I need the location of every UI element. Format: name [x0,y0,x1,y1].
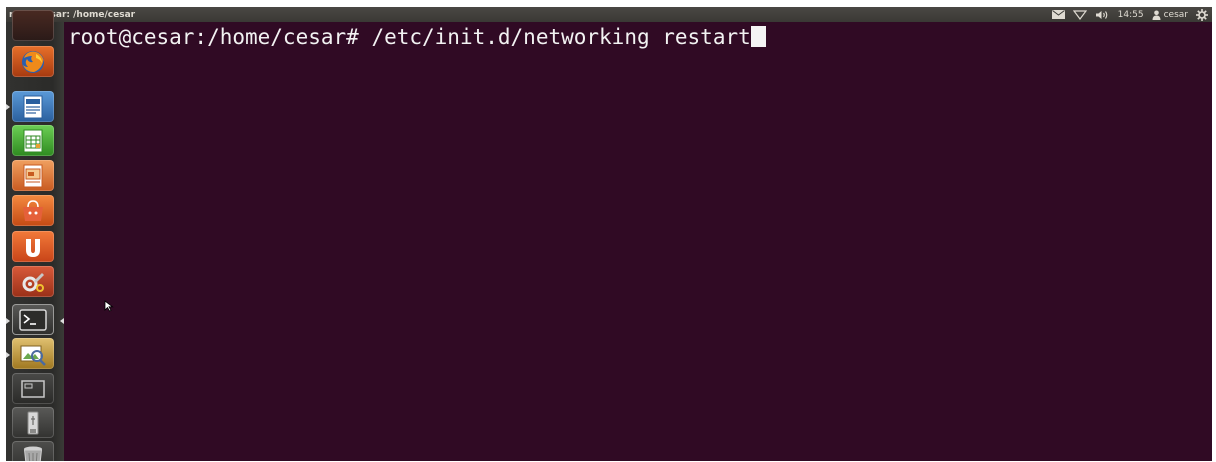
mail-icon[interactable] [1051,9,1065,21]
command-text: /etc/init.d/networking restart [371,25,751,49]
running-indicator [6,318,10,324]
usb-icon[interactable] [12,407,54,438]
terminal-icon[interactable] [12,304,54,335]
text-cursor [750,26,766,47]
indicator-area: 14:55 cesar [1051,8,1212,21]
image-viewer-icon[interactable] [12,338,54,369]
ubuntu-one-icon[interactable] [12,231,54,262]
launcher [6,10,64,461]
shell-prompt: root@cesar:/home/cesar# [68,25,359,49]
settings-icon[interactable] [12,266,54,297]
desktop: root@cesar: /home/cesar 14:55 cesar root… [6,7,1212,461]
gear-icon[interactable] [1196,8,1208,21]
network-icon[interactable] [1072,9,1087,21]
workspace-icon[interactable] [12,373,54,404]
calc-icon[interactable] [12,125,54,156]
mouse-pointer-icon [104,297,114,316]
writer-icon[interactable] [12,91,54,122]
trash-icon[interactable] [12,441,54,461]
firefox-icon[interactable] [12,46,54,77]
impress-icon[interactable] [12,160,54,191]
clock[interactable]: 14:55 [1118,9,1144,21]
running-indicator [6,352,10,358]
software-center-icon[interactable] [12,195,54,226]
user-menu[interactable]: cesar [1152,9,1188,21]
user-icon [1152,10,1161,20]
user-name: cesar [1163,9,1188,20]
terminal-window[interactable]: root@cesar:/home/cesar# /etc/init.d/netw… [64,22,1212,461]
running-indicator [6,104,10,110]
command-line[interactable]: root@cesar:/home/cesar# /etc/init.d/netw… [68,24,766,50]
volume-icon[interactable] [1095,9,1110,21]
dash-icon[interactable] [12,10,54,41]
top-panel: root@cesar: /home/cesar 14:55 cesar [6,7,1212,22]
